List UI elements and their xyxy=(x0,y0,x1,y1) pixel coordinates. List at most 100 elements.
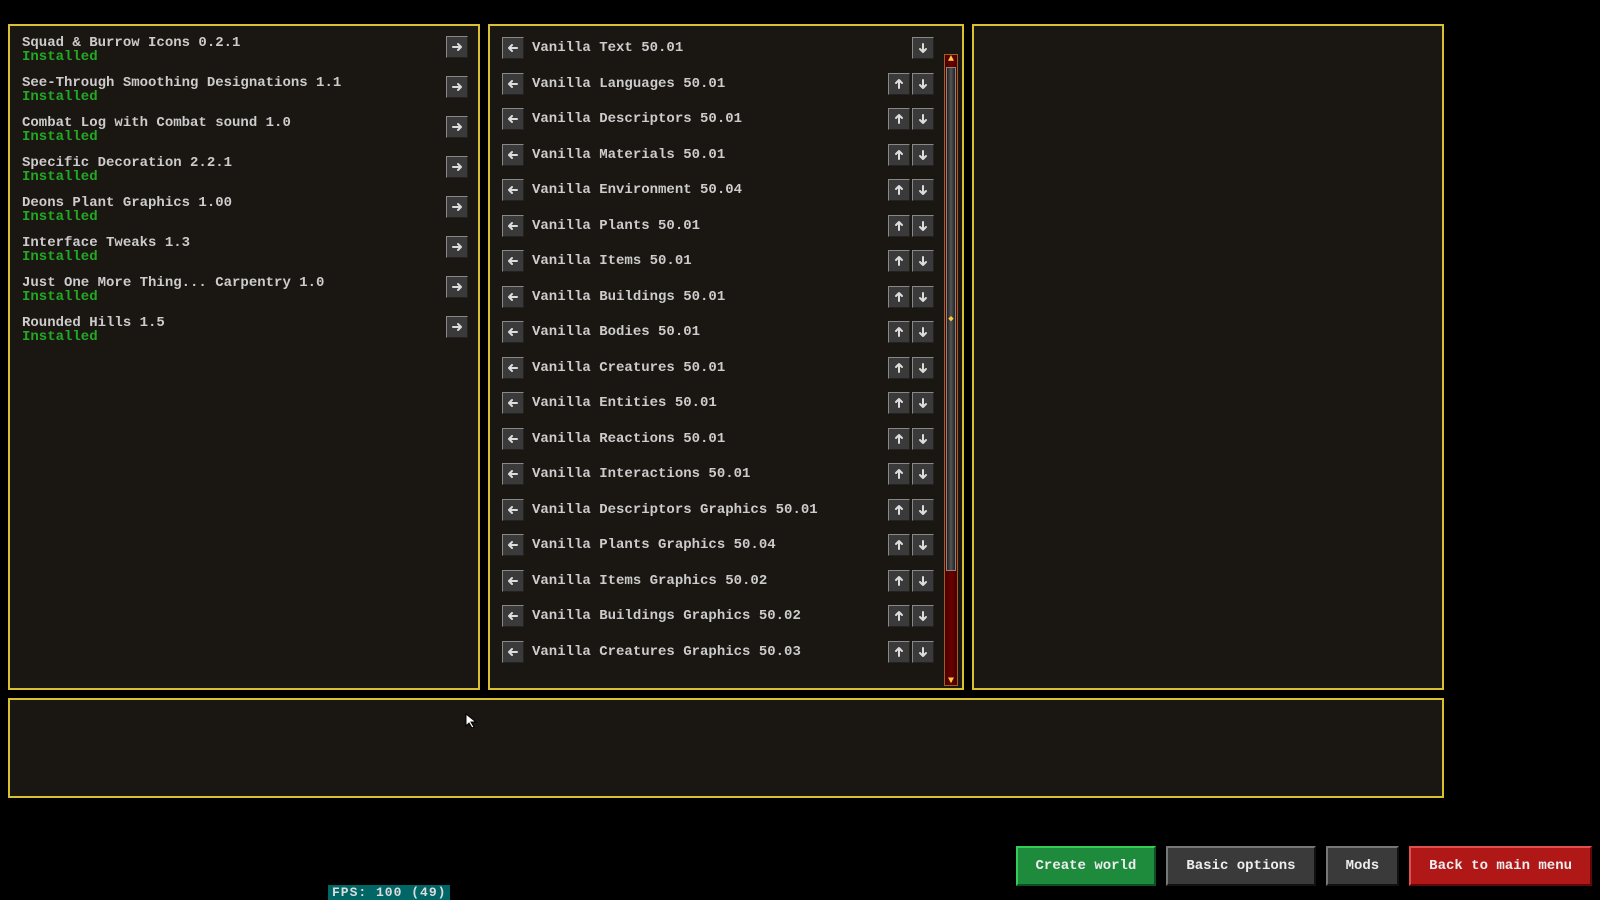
active-mod-name: Vanilla Items Graphics 50.02 xyxy=(524,573,886,589)
move-up-button[interactable] xyxy=(888,641,910,663)
move-down-button[interactable] xyxy=(912,144,934,166)
move-up-button[interactable] xyxy=(888,179,910,201)
active-mod-row[interactable]: Vanilla Items Graphics 50.02 xyxy=(500,569,952,593)
scroll-down-icon[interactable]: ▼ xyxy=(945,676,957,686)
move-up-button[interactable] xyxy=(888,73,910,95)
move-up-button[interactable] xyxy=(888,534,910,556)
active-mod-name: Vanilla Descriptors Graphics 50.01 xyxy=(524,502,886,518)
move-down-button[interactable] xyxy=(912,392,934,414)
disable-mod-button[interactable] xyxy=(502,534,524,556)
disable-mod-button[interactable] xyxy=(502,37,524,59)
move-down-button[interactable] xyxy=(912,215,934,237)
move-up-button[interactable] xyxy=(888,392,910,414)
scroll-up-icon[interactable]: ▲ xyxy=(945,54,957,64)
disable-mod-button[interactable] xyxy=(502,286,524,308)
move-down-button[interactable] xyxy=(912,499,934,521)
move-up-button[interactable] xyxy=(888,499,910,521)
disable-mod-button[interactable] xyxy=(502,641,524,663)
active-mod-row[interactable]: Vanilla Entities 50.01 xyxy=(500,391,952,415)
active-mod-row[interactable]: Vanilla Items 50.01 xyxy=(500,249,952,273)
move-down-button[interactable] xyxy=(912,179,934,201)
disable-mod-button[interactable] xyxy=(502,144,524,166)
move-up-button[interactable] xyxy=(888,108,910,130)
move-down-button[interactable] xyxy=(912,321,934,343)
disable-mod-button[interactable] xyxy=(502,357,524,379)
disable-mod-button[interactable] xyxy=(502,392,524,414)
move-down-button[interactable] xyxy=(912,428,934,450)
active-mod-row[interactable]: Vanilla Plants Graphics 50.04 xyxy=(500,533,952,557)
active-scrollbar[interactable]: ▲ ◆ ▼ xyxy=(944,54,958,686)
move-down-button[interactable] xyxy=(912,570,934,592)
move-down-button[interactable] xyxy=(912,641,934,663)
active-mod-row[interactable]: Vanilla Bodies 50.01 xyxy=(500,320,952,344)
disable-mod-button[interactable] xyxy=(502,570,524,592)
move-up-button[interactable] xyxy=(888,215,910,237)
enable-mod-button[interactable] xyxy=(446,36,468,58)
active-mod-row[interactable]: Vanilla Descriptors Graphics 50.01 xyxy=(500,498,952,522)
back-to-main-menu-button[interactable]: Back to main menu xyxy=(1409,846,1592,886)
move-up-button[interactable] xyxy=(888,250,910,272)
disable-mod-button[interactable] xyxy=(502,179,524,201)
active-mod-row[interactable]: Vanilla Creatures 50.01 xyxy=(500,356,952,380)
move-up-button[interactable] xyxy=(888,321,910,343)
disable-mod-button[interactable] xyxy=(502,499,524,521)
available-mod-row[interactable]: Interface Tweaks 1.3 Installed xyxy=(20,236,468,264)
move-down-button[interactable] xyxy=(912,37,934,59)
active-mod-row[interactable]: Vanilla Buildings Graphics 50.02 xyxy=(500,604,952,628)
active-mod-row[interactable]: Vanilla Reactions 50.01 xyxy=(500,427,952,451)
move-down-button[interactable] xyxy=(912,605,934,627)
disable-mod-button[interactable] xyxy=(502,108,524,130)
disable-mod-button[interactable] xyxy=(502,215,524,237)
available-mod-row[interactable]: Specific Decoration 2.2.1 Installed xyxy=(20,156,468,184)
enable-mod-button[interactable] xyxy=(446,116,468,138)
move-down-button[interactable] xyxy=(912,73,934,95)
available-mod-row[interactable]: Squad & Burrow Icons 0.2.1 Installed xyxy=(20,36,468,64)
available-mod-status: Installed xyxy=(22,250,190,264)
active-mod-row[interactable]: Vanilla Buildings 50.01 xyxy=(500,285,952,309)
disable-mod-button[interactable] xyxy=(502,250,524,272)
available-mod-row[interactable]: Combat Log with Combat sound 1.0 Install… xyxy=(20,116,468,144)
mods-button[interactable]: Mods xyxy=(1326,846,1400,886)
active-mod-row[interactable]: Vanilla Plants 50.01 xyxy=(500,214,952,238)
active-mod-row[interactable]: Vanilla Languages 50.01 xyxy=(500,72,952,96)
move-up-button[interactable] xyxy=(888,357,910,379)
active-mod-row[interactable]: Vanilla Descriptors 50.01 xyxy=(500,107,952,131)
enable-mod-button[interactable] xyxy=(446,156,468,178)
disable-mod-button[interactable] xyxy=(502,463,524,485)
available-mod-status: Installed xyxy=(22,130,291,144)
scroll-handle-icon: ◆ xyxy=(944,315,958,323)
move-down-button[interactable] xyxy=(912,250,934,272)
available-mod-row[interactable]: Rounded Hills 1.5 Installed xyxy=(20,316,468,344)
enable-mod-button[interactable] xyxy=(446,276,468,298)
move-down-button[interactable] xyxy=(912,357,934,379)
active-mod-row[interactable]: Vanilla Materials 50.01 xyxy=(500,143,952,167)
active-mod-row[interactable]: Vanilla Text 50.01 xyxy=(500,36,952,60)
available-mod-row[interactable]: Deons Plant Graphics 1.00 Installed xyxy=(20,196,468,224)
create-world-button[interactable]: Create world xyxy=(1016,846,1157,886)
move-up-button[interactable] xyxy=(888,286,910,308)
disable-mod-button[interactable] xyxy=(502,321,524,343)
available-mod-row[interactable]: Just One More Thing... Carpentry 1.0 Ins… xyxy=(20,276,468,304)
move-up-button[interactable] xyxy=(888,463,910,485)
move-down-button[interactable] xyxy=(912,534,934,556)
available-mod-row[interactable]: See-Through Smoothing Designations 1.1 I… xyxy=(20,76,468,104)
disable-mod-button[interactable] xyxy=(502,605,524,627)
move-down-button[interactable] xyxy=(912,463,934,485)
active-mod-row[interactable]: Vanilla Environment 50.04 xyxy=(500,178,952,202)
enable-mod-button[interactable] xyxy=(446,316,468,338)
active-mod-row[interactable]: Vanilla Interactions 50.01 xyxy=(500,462,952,486)
active-mod-row[interactable]: Vanilla Creatures Graphics 50.03 xyxy=(500,640,952,664)
move-up-button[interactable] xyxy=(888,428,910,450)
basic-options-button[interactable]: Basic options xyxy=(1166,846,1315,886)
enable-mod-button[interactable] xyxy=(446,76,468,98)
move-down-button[interactable] xyxy=(912,286,934,308)
available-mod-name: Specific Decoration 2.2.1 xyxy=(22,156,232,170)
disable-mod-button[interactable] xyxy=(502,428,524,450)
move-up-button[interactable] xyxy=(888,605,910,627)
enable-mod-button[interactable] xyxy=(446,236,468,258)
move-up-button[interactable] xyxy=(888,144,910,166)
disable-mod-button[interactable] xyxy=(502,73,524,95)
move-up-button[interactable] xyxy=(888,570,910,592)
move-down-button[interactable] xyxy=(912,108,934,130)
enable-mod-button[interactable] xyxy=(446,196,468,218)
